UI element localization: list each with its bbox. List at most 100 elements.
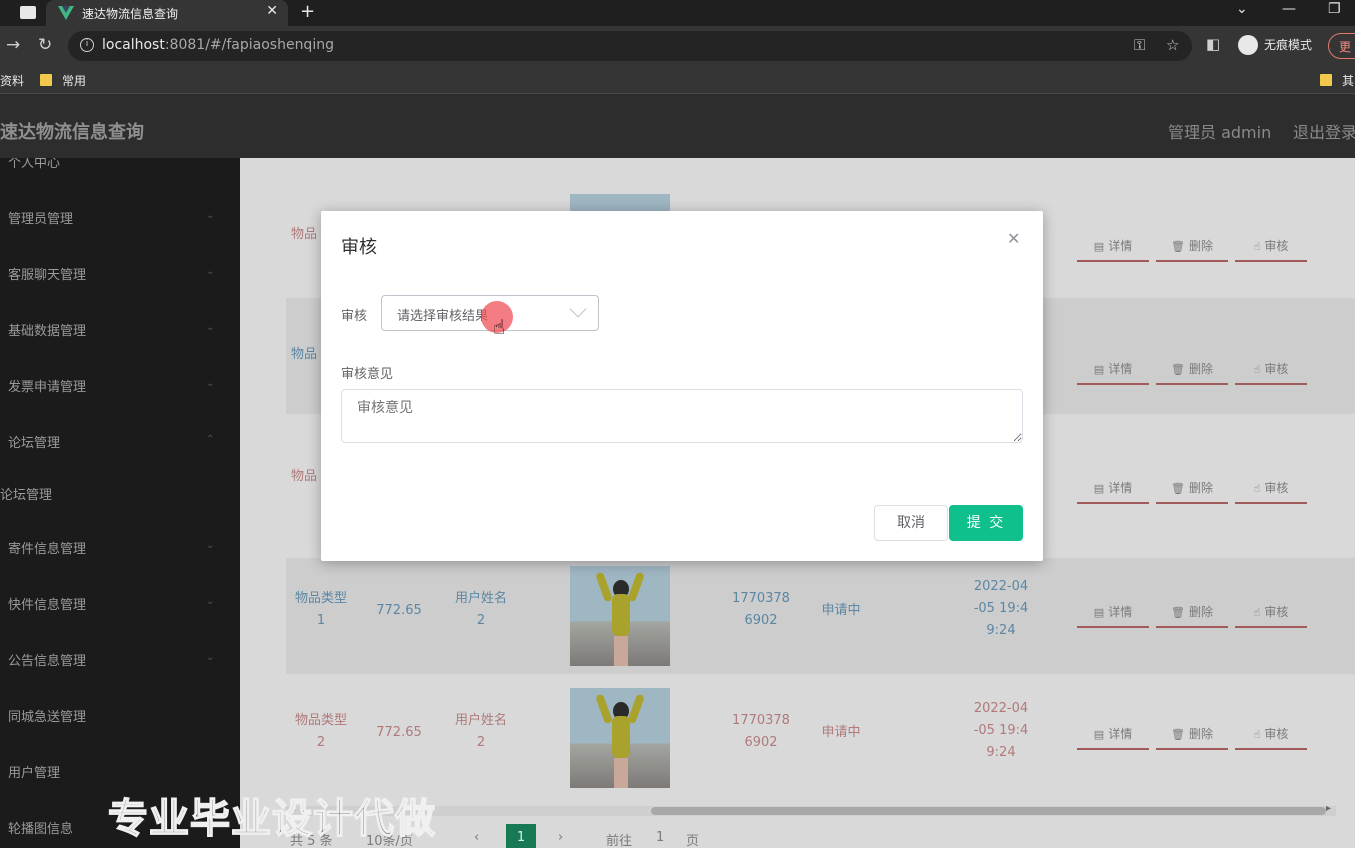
browser-toolbar: → ↻ i localhost:8081/#/fapiaoshenqing ⚿ … — [0, 26, 1355, 66]
submit-button[interactable]: 提 交 — [949, 505, 1023, 541]
browser-tab[interactable]: 速达物流信息查询 ✕ — [46, 0, 288, 26]
chevron-up-icon: ⌃ — [206, 434, 215, 445]
delete-button[interactable]: 🗑 删除 — [1156, 353, 1228, 385]
logout-link[interactable]: 退出登录 — [1293, 119, 1355, 143]
sidebar-item-express[interactable]: 快件信息管理 — [8, 594, 86, 613]
trash-icon: 🗑 — [1171, 606, 1185, 619]
sidebar-item-admin[interactable]: 管理员管理 — [8, 208, 73, 227]
address-bar[interactable]: i localhost:8081/#/fapiaoshenqing ⚿ ☆ — [68, 31, 1192, 61]
trash-icon: 🗑 — [1171, 363, 1185, 376]
incognito-label: 无痕模式 — [1264, 38, 1313, 52]
audit-button[interactable]: ☝ 审核 — [1235, 472, 1307, 504]
reload-icon[interactable]: ↻ — [38, 35, 52, 55]
sidebar: 个人中心 管理员管理 ⌄ 客服聊天管理 ⌄ 基础数据管理 ⌄ 发票申请管理 ⌄ … — [0, 158, 240, 848]
close-icon[interactable]: ✕ — [1007, 229, 1020, 248]
detail-button[interactable]: ▤ 详情 — [1077, 353, 1149, 385]
pagination-goto-input[interactable]: 1 — [656, 830, 664, 845]
bookmark-folder-changyong[interactable]: 常用 — [40, 72, 86, 89]
detail-button[interactable]: ▤ 详情 — [1077, 472, 1149, 504]
table-row: 物品类型 1 772.65 用户姓名 2 1770378 6902 申请中 2022-… — [286, 558, 1355, 674]
pagination-goto-suffix: 页 — [686, 834, 700, 848]
chevron-down-icon — [569, 300, 587, 318]
document-icon: ▤ — [1093, 728, 1105, 741]
row-image — [570, 688, 670, 788]
delete-button[interactable]: 🗑 删除 — [1156, 472, 1228, 504]
site-info-icon[interactable]: i — [80, 38, 94, 52]
thumb-icon: ☝ — [1253, 482, 1261, 495]
scroll-right-icon[interactable]: ▸ — [1326, 803, 1331, 814]
sidebar-item-send[interactable]: 寄件信息管理 — [8, 538, 86, 557]
document-icon: ▤ — [1093, 482, 1105, 495]
forward-icon[interactable]: → — [6, 35, 20, 55]
scrollbar-thumb[interactable] — [651, 807, 1326, 815]
tab-close-icon[interactable]: ✕ — [266, 3, 278, 19]
sidebar-item-forum[interactable]: 论坛管理 — [8, 432, 60, 451]
delete-button[interactable]: 🗑 删除 — [1156, 718, 1228, 750]
audit-button[interactable]: ☝ 审核 — [1235, 230, 1307, 262]
delete-button[interactable]: 🗑 删除 — [1156, 596, 1228, 628]
row-phone: 1770378 6902 — [732, 591, 790, 628]
audit-button[interactable]: ☝ 审核 — [1235, 596, 1307, 628]
row-type: 物品 — [291, 227, 318, 242]
table-row: 物品类型 2 772.65 用户姓名 2 1770378 6902 申请中 2022-… — [286, 680, 1355, 796]
thumb-icon: ☝ — [1253, 606, 1261, 619]
delete-button[interactable]: 🗑 删除 — [1156, 230, 1228, 262]
sidebar-item-carousel[interactable]: 轮播图信息 — [8, 818, 73, 837]
chevron-down-icon: ⌄ — [206, 322, 215, 333]
bookmark-star-icon[interactable]: ☆ — [1166, 36, 1179, 54]
row-user: 用户姓名 2 — [454, 591, 507, 628]
sidebar-item-citydelivery[interactable]: 同城急送管理 — [8, 706, 86, 725]
url-text: localhost:8081/#/fapiaoshenqing — [102, 37, 334, 53]
bookmark-item[interactable]: 资料 — [0, 72, 24, 89]
sidebar-item-chat[interactable]: 客服聊天管理 — [8, 264, 86, 283]
incognito-indicator[interactable]: 无痕模式 — [1238, 34, 1312, 55]
horizontal-scrollbar[interactable]: ◂ ▸ — [286, 803, 1336, 816]
row-status: 申请中 — [821, 603, 861, 618]
audit-field-label: 审核 — [341, 309, 368, 324]
side-panel-icon[interactable]: ◧ — [1206, 35, 1220, 53]
browser-tab-strip: 速达物流信息查询 ✕ + ⌄ — ❐ — [0, 0, 1355, 26]
bookmark-folder-other[interactable]: 其 — [1320, 72, 1354, 89]
chevron-down-icon: ⌄ — [206, 210, 215, 221]
detail-button[interactable]: ▤ 详情 — [1077, 596, 1149, 628]
sidebar-item-users[interactable]: 用户管理 — [8, 762, 60, 781]
select-placeholder: 请选择审核结果 — [397, 309, 489, 324]
sidebar-item-profile[interactable]: 个人中心 — [8, 158, 60, 171]
document-icon: ▤ — [1093, 240, 1105, 253]
vue-logo-icon — [58, 6, 74, 20]
new-tab-icon[interactable]: + — [300, 1, 315, 22]
audit-button[interactable]: ☝ 审核 — [1235, 353, 1307, 385]
chevron-down-icon: ⌄ — [206, 378, 215, 389]
prev-page-icon[interactable]: ‹ — [474, 830, 479, 845]
opinion-textarea[interactable] — [341, 389, 1023, 443]
row-status: 申请中 — [821, 725, 861, 740]
next-page-icon[interactable]: › — [558, 830, 563, 845]
row-time: 2022-04 -05 19:4 9:24 — [973, 701, 1029, 760]
sidebar-item-invoice[interactable]: 发票申请管理 — [8, 376, 86, 395]
sidebar-item-basedata[interactable]: 基础数据管理 — [8, 320, 86, 339]
sidebar-item-notice[interactable]: 公告信息管理 — [8, 650, 86, 669]
update-button[interactable]: 更 — [1328, 33, 1355, 59]
row-phone: 1770378 6902 — [732, 713, 790, 750]
row-amount: 772.65 — [376, 725, 422, 740]
key-icon[interactable]: ⚿ — [1134, 36, 1145, 54]
sidebar-subitem-forum[interactable]: 论坛管理 — [0, 484, 52, 503]
detail-button[interactable]: ▤ 详情 — [1077, 718, 1149, 750]
tab-search-icon[interactable] — [20, 6, 36, 19]
detail-button[interactable]: ▤ 详情 — [1077, 230, 1149, 262]
restore-icon[interactable]: ❐ — [1328, 1, 1341, 17]
tab-title: 速达物流信息查询 — [82, 7, 179, 21]
cancel-button[interactable]: 取消 — [874, 505, 948, 541]
row-type: 物品类型 1 — [294, 591, 347, 628]
pagination-current-page[interactable]: 1 — [506, 824, 536, 848]
pagination-goto-label: 前往 — [606, 834, 633, 848]
incognito-icon — [1238, 34, 1258, 55]
opinion-field-label: 审核意见 — [341, 367, 394, 382]
tab-list-chevron-icon[interactable]: ⌄ — [1236, 1, 1248, 17]
bookmarks-bar: 资料 常用 其 — [0, 66, 1355, 94]
minimize-icon[interactable]: — — [1282, 1, 1296, 17]
row-image — [570, 566, 670, 666]
trash-icon: 🗑 — [1171, 482, 1185, 495]
audit-button[interactable]: ☝ 审核 — [1235, 718, 1307, 750]
folder-icon — [1320, 74, 1332, 86]
